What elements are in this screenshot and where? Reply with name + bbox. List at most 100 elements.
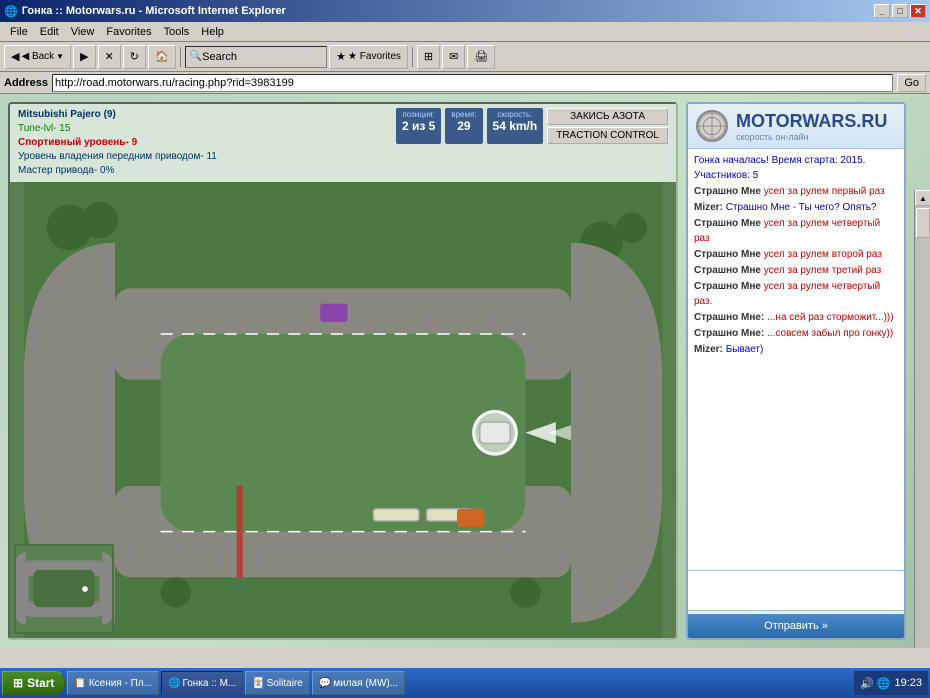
title-bar: 🌐 Гонка :: Motorwars.ru - Microsoft Inte… <box>0 0 930 22</box>
toolbar-sep-1 <box>180 47 181 67</box>
print-icon: 🖨 <box>474 50 488 63</box>
chat-messages: Гонка началась! Время старта: 2015. Учас… <box>688 149 904 570</box>
window-title: Гонка :: Motorwars.ru - Microsoft Intern… <box>22 5 286 17</box>
menu-view[interactable]: View <box>65 24 101 40</box>
minimap <box>14 544 114 634</box>
stop-icon: ✕ <box>105 50 114 63</box>
tune-stat: Tune-lvl- 15 <box>18 122 217 136</box>
mail-button[interactable]: ✉ <box>442 45 465 69</box>
home-icon: 🏠 <box>155 50 169 63</box>
start-button[interactable]: ⊞ Start <box>2 671 65 695</box>
chat-panel: MOTORWARS.RU скорость он-лайн Гонка нача… <box>686 102 906 640</box>
chat-msg-7: Страшно Мне: ...на сей раз сторможит...)… <box>694 310 898 325</box>
scroll-thumb[interactable] <box>916 208 930 238</box>
race-info: позиция: 2 из 5 время: 29 скорость: 54 k… <box>396 108 668 144</box>
taskbar-icon-2: 🃏 <box>252 678 264 689</box>
home-button[interactable]: 🏠 <box>148 45 176 69</box>
car-name: Mitsubishi Pajero (9) <box>18 108 217 122</box>
chat-msg-3: Страшно Мне усел за рулем четвертый раз <box>694 216 898 246</box>
back-button[interactable]: ◀ ◀ Back ▼ <box>4 45 71 69</box>
traction-button[interactable]: TRACTION CONTROL <box>547 127 668 144</box>
close-button[interactable]: ✕ <box>910 4 926 18</box>
taskbar-icon-3: 💬 <box>319 678 331 689</box>
minimize-button[interactable]: _ <box>874 4 890 18</box>
menu-help[interactable]: Help <box>195 24 230 40</box>
chat-msg-0: Гонка началась! Время старта: 2015. Учас… <box>694 153 898 183</box>
site-name: MOTORWARS.RU <box>736 111 887 132</box>
windows-logo-icon: ⊞ <box>13 676 23 690</box>
taskbar: ⊞ Start 📋 Ксения - Пл... 🌐 Гонка :: М...… <box>0 668 930 698</box>
search-magnifier-icon: 🔍 <box>190 51 202 62</box>
taskbar-item-3[interactable]: 💬 милая (MW)... <box>312 671 405 695</box>
speed-label: скорость: <box>493 110 538 119</box>
mail-icon: ✉ <box>449 50 458 63</box>
taskbar-icon-0: 📋 <box>74 678 86 689</box>
race-track <box>10 182 676 638</box>
address-bar: Address Go <box>0 72 930 94</box>
maximize-button[interactable]: □ <box>892 4 908 18</box>
search-box[interactable]: 🔍 <box>185 46 327 68</box>
address-input[interactable] <box>52 74 893 92</box>
favorites-icon: ★ <box>336 50 346 63</box>
game-panel: Mitsubishi Pajero (9) Tune-lvl- 15 Спорт… <box>8 102 678 640</box>
browser-icon: 🌐 <box>4 5 18 18</box>
taskbar-item-0[interactable]: 📋 Ксения - Пл... <box>67 671 159 695</box>
forward-button[interactable]: ▶ <box>73 45 95 69</box>
chat-msg-2: Mizer: Страшно Мне - Ты чего? Опять? <box>694 200 898 215</box>
taskbar-icon-1: 🌐 <box>168 678 180 689</box>
menu-edit[interactable]: Edit <box>34 24 65 40</box>
history-icon: ⊞ <box>424 50 433 63</box>
scroll-up-button[interactable]: ▲ <box>915 190 930 206</box>
print-button[interactable]: 🖨 <box>467 45 495 69</box>
chat-input[interactable] <box>688 571 904 611</box>
back-dropdown-icon[interactable]: ▼ <box>56 52 64 61</box>
content-area: ▲ ▼ Mitsubishi Pajero (9) Tune-lvl- 15 С… <box>0 94 930 648</box>
address-label: Address <box>4 77 48 89</box>
menu-favorites[interactable]: Favorites <box>100 24 157 40</box>
send-button[interactable]: Отправить » <box>688 614 904 638</box>
position-box: позиция: 2 из 5 <box>396 108 441 144</box>
refresh-button[interactable]: ↻ <box>123 45 146 69</box>
master-stat: Мастер привода- 0% <box>18 164 217 178</box>
toolbar: ◀ ◀ Back ▼ ▶ ✕ ↻ 🏠 🔍 ★ ★ Favorites ⊞ ✉ 🖨 <box>0 42 930 72</box>
favorites-button[interactable]: ★ ★ Favorites <box>329 45 408 69</box>
title-bar-left: 🌐 Гонка :: Motorwars.ru - Microsoft Inte… <box>4 5 286 18</box>
chat-msg-8: Страшно Мне: ...совсем забыл про гонку)) <box>694 326 898 341</box>
game-wrapper: Mitsubishi Pajero (9) Tune-lvl- 15 Спорт… <box>0 94 930 648</box>
scroll-track <box>915 206 930 648</box>
chat-msg-6: Страшно Мне усел за рулем четвертый раз. <box>694 279 898 309</box>
taskbar-icons: 🔊 🌐 <box>860 677 890 690</box>
taskbar-item-1[interactable]: 🌐 Гонка :: М... <box>161 671 243 695</box>
history-button[interactable]: ⊞ <box>417 45 440 69</box>
position-label: позиция: <box>402 110 435 119</box>
time-label: время: <box>451 110 476 119</box>
sport-stat: Спортивный уровень- 9 <box>18 136 217 150</box>
chat-msg-5: Страшно Мне усел за рулем третий раз <box>694 263 898 278</box>
nitro-button[interactable]: ЗАКИСЬ АЗОТА <box>547 108 668 125</box>
toolbar-sep-2 <box>412 47 413 67</box>
taskbar-clock: 🔊 🌐 19:23 <box>854 671 928 695</box>
chat-msg-9: Mizer: Бывает) <box>694 342 898 357</box>
speed-value: 54 km/h <box>493 119 538 133</box>
scrollbar[interactable]: ▲ ▼ <box>914 190 930 648</box>
window-controls: _ □ ✕ <box>874 4 926 18</box>
motorwars-logo <box>696 110 728 142</box>
search-input[interactable] <box>202 51 322 63</box>
game-header: Mitsubishi Pajero (9) Tune-lvl- 15 Спорт… <box>10 104 676 182</box>
game-controls: ЗАКИСЬ АЗОТА TRACTION CONTROL <box>547 108 668 144</box>
menu-file[interactable]: File <box>4 24 34 40</box>
chat-msg-4: Страшно Мне усел за рулем второй раз <box>694 247 898 262</box>
menu-tools[interactable]: Tools <box>158 24 196 40</box>
chat-header: MOTORWARS.RU скорость он-лайн <box>688 104 904 149</box>
site-subtitle: скорость он-лайн <box>736 132 887 142</box>
forward-icon: ▶ <box>80 50 88 63</box>
chat-input-area: Отправить » <box>688 570 904 638</box>
back-icon: ◀ <box>11 50 19 63</box>
taskbar-item-2[interactable]: 🃏 Solitaire <box>245 671 310 695</box>
go-button[interactable]: Go <box>897 74 926 92</box>
stop-button[interactable]: ✕ <box>98 45 121 69</box>
drive-stat: Уровень владения передним приводом- 11 <box>18 150 217 164</box>
menu-bar: File Edit View Favorites Tools Help <box>0 22 930 42</box>
chat-title-area: MOTORWARS.RU скорость он-лайн <box>736 111 887 142</box>
position-value: 2 из 5 <box>402 119 435 133</box>
